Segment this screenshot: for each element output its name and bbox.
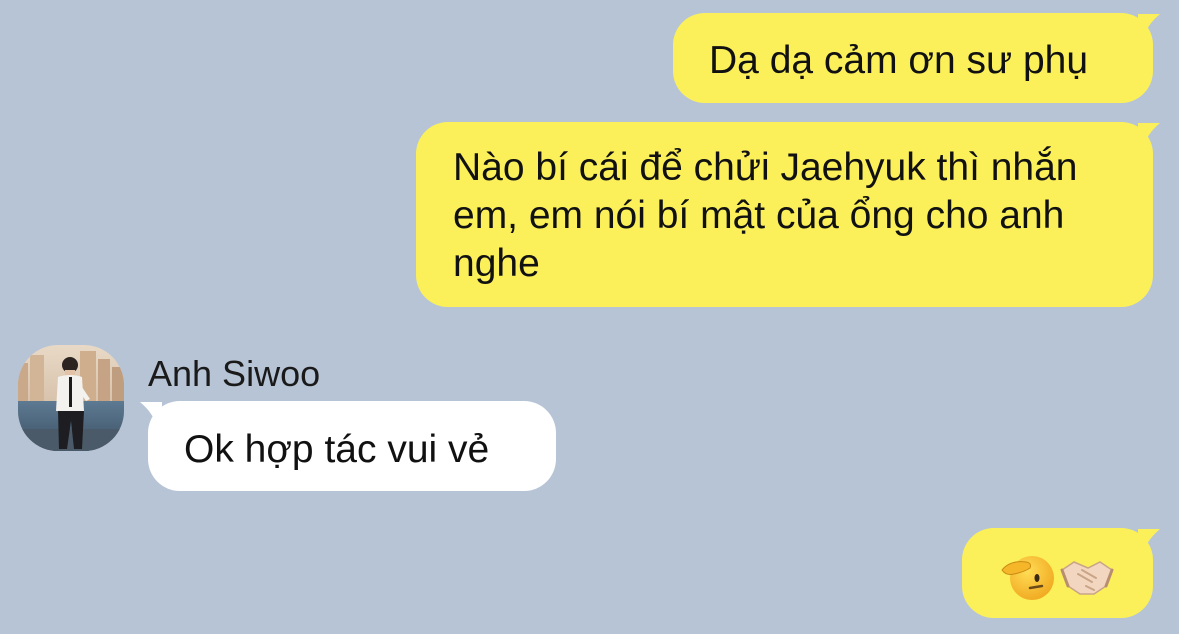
outgoing-message-bubble[interactable]: Nào bí cái để chửi Jaehyuk thì nhắn em, …: [416, 122, 1153, 307]
outgoing-emoji-bubble[interactable]: [962, 528, 1153, 618]
incoming-message-bubble[interactable]: Ok hợp tác vui vẻ: [148, 401, 556, 491]
outgoing-message-bubble[interactable]: Dạ dạ cảm ơn sư phụ: [673, 13, 1153, 103]
message-text: Ok hợp tác vui vẻ: [184, 428, 490, 471]
sender-name: Anh Siwoo: [148, 353, 321, 394]
avatar[interactable]: [18, 345, 124, 451]
avatar-photo: [18, 345, 124, 451]
message-text: Dạ dạ cảm ơn sư phụ: [709, 39, 1089, 82]
handshake-icon: [1060, 561, 1114, 595]
saluting-face-icon: [1001, 556, 1054, 600]
message-text: Nào bí cái để chửi Jaehyuk thì nhắn em, …: [453, 146, 1078, 285]
